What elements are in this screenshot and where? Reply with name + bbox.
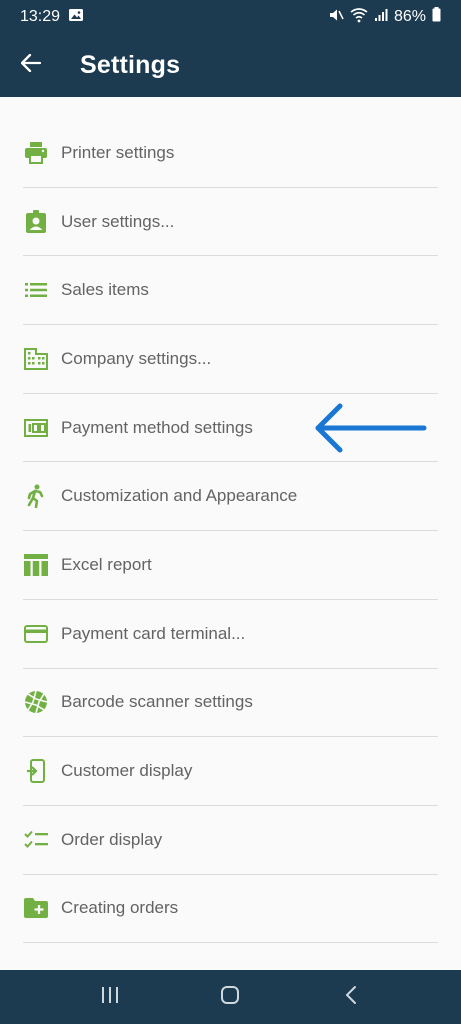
status-bar: 13:29 86%	[0, 0, 461, 34]
settings-item-barcode[interactable]: Barcode scanner settings	[23, 669, 438, 738]
settings-item-card-terminal[interactable]: Payment card terminal...	[23, 600, 438, 669]
app-bar: Settings	[0, 34, 461, 97]
settings-item-label: Payment card terminal...	[61, 623, 246, 643]
user-badge-icon	[23, 209, 49, 235]
battery-percent: 86%	[393, 8, 426, 25]
settings-item-label: Order display	[61, 829, 163, 849]
checklist-icon	[23, 827, 49, 853]
recent-apps-button[interactable]	[80, 970, 140, 1024]
home-button[interactable]	[200, 970, 260, 1024]
mute-icon	[328, 7, 344, 28]
settings-item-company[interactable]: Company settings...	[23, 325, 438, 394]
settings-item-label: Printer settings	[61, 142, 175, 162]
settings-item-excel[interactable]: Excel report	[23, 531, 438, 600]
settings-item-creating-orders[interactable]: Creating orders	[23, 875, 438, 944]
settings-item-label: Payment method settings	[61, 417, 253, 437]
signal-icon	[374, 8, 388, 27]
annotation-arrow-icon	[312, 400, 430, 461]
wifi-icon	[350, 7, 368, 28]
page-title: Settings	[80, 51, 181, 79]
phone-display-icon	[23, 758, 49, 784]
recent-apps-icon	[100, 986, 120, 1009]
settings-item-label: Excel report	[61, 554, 152, 574]
back-button[interactable]	[0, 34, 62, 97]
settings-item-customer-display[interactable]: Customer display	[23, 737, 438, 806]
system-back-button[interactable]	[321, 970, 381, 1024]
system-nav-bar	[0, 970, 461, 1024]
settings-list: Printer settings User settings... Sales …	[0, 97, 461, 970]
folder-add-icon	[23, 895, 49, 921]
table-icon	[23, 552, 49, 578]
printer-icon	[23, 140, 49, 166]
settings-item-customization[interactable]: Customization and Appearance	[23, 462, 438, 532]
settings-item-user[interactable]: User settings...	[23, 188, 438, 257]
credit-card-icon	[23, 621, 49, 647]
settings-item-label: Customization and Appearance	[61, 486, 298, 506]
gallery-notification-icon	[68, 7, 84, 28]
settings-item-order-display[interactable]: Order display	[23, 806, 438, 875]
chevron-left-icon	[344, 985, 358, 1010]
running-person-icon	[23, 483, 49, 509]
list-icon	[23, 277, 49, 303]
settings-item-label: Customer display	[61, 761, 193, 781]
status-time: 13:29	[20, 8, 61, 25]
settings-item-label: Sales items	[61, 280, 149, 300]
aperture-icon	[23, 689, 49, 715]
settings-item-label: Company settings...	[61, 348, 212, 368]
settings-item-label: Creating orders	[61, 898, 179, 918]
settings-item-sales[interactable]: Sales items	[23, 256, 438, 326]
arrow-back-icon	[20, 53, 42, 77]
building-icon	[23, 346, 49, 372]
money-icon	[23, 415, 49, 441]
home-icon	[220, 985, 240, 1010]
battery-icon	[432, 7, 441, 27]
settings-item-printer[interactable]: Printer settings	[23, 119, 438, 188]
settings-item-label: Barcode scanner settings	[61, 692, 253, 712]
settings-item-label: User settings...	[61, 211, 175, 231]
